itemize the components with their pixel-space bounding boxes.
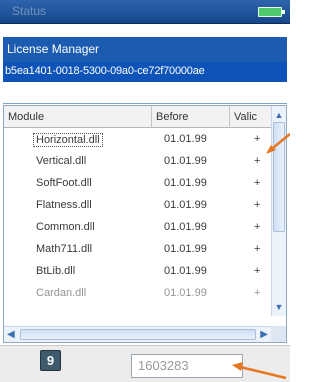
blank-row [3, 86, 287, 104]
module-name: SoftFoot.dll [36, 177, 92, 189]
license-manager-header: License Manager [3, 37, 287, 62]
valid-flag: + [254, 177, 261, 189]
table-row[interactable]: SoftFoot.dll 01.01.99 + [4, 172, 272, 194]
valid-flag: + [254, 287, 261, 299]
vertical-scrollbar[interactable]: ▲ ▼ [271, 106, 286, 316]
valid-flag: + [254, 155, 261, 167]
title-bar: Status [0, 0, 290, 24]
before-date: 01.01.99 [164, 133, 207, 145]
module-name: Flatness.dll [36, 199, 92, 211]
horizontal-scroll-thumb[interactable] [20, 329, 256, 340]
valid-flag: + [254, 265, 261, 277]
before-date: 01.01.99 [164, 265, 207, 277]
table-row[interactable]: Cardan.dll 01.01.99 + [4, 282, 272, 304]
vertical-scroll-thumb[interactable] [273, 122, 285, 232]
scrollbar-corner [271, 326, 286, 342]
module-name: Math711.dll [36, 243, 93, 255]
list-header: Module Before Valic [4, 106, 272, 128]
horizontal-scrollbar[interactable]: ◀ ▶ [4, 326, 272, 342]
table-row[interactable]: Vertical.dll 01.01.99 + [4, 150, 272, 172]
license-guid-row[interactable]: b5ea1401-0018-5300-09a0-ce72f70000ae [3, 62, 287, 82]
table-row[interactable]: Common.dll 01.01.99 + [4, 216, 272, 238]
license-code-field[interactable]: 1603283 [131, 354, 243, 378]
scroll-down-arrow-icon[interactable]: ▼ [274, 302, 284, 312]
license-guid: b5ea1401-0018-5300-09a0-ce72f70000ae [5, 65, 205, 77]
module-list[interactable]: Module Before Valic Horizontal.dll 01.01… [3, 105, 287, 343]
scroll-up-arrow-icon[interactable]: ▲ [274, 110, 284, 120]
module-name: Cardan.dll [36, 287, 87, 299]
scroll-right-arrow-icon[interactable]: ▶ [260, 329, 268, 340]
module-name: BtLib.dll [36, 265, 76, 277]
before-date: 01.01.99 [164, 199, 207, 211]
before-date: 01.01.99 [164, 243, 207, 255]
license-manager-screen: Status License Manager b5ea1401-0018-530… [0, 0, 290, 382]
module-name: Horizontal.dll [33, 133, 103, 147]
column-header-valid[interactable]: Valic [230, 106, 272, 128]
before-date: 01.01.99 [164, 177, 207, 189]
module-name: Common.dll [36, 221, 95, 233]
column-header-before[interactable]: Before [152, 106, 230, 128]
license-manager-title: License Manager [7, 42, 100, 56]
table-row[interactable]: Flatness.dll 01.01.99 + [4, 194, 272, 216]
valid-flag: + [254, 199, 261, 211]
scroll-left-arrow-icon[interactable]: ◀ [7, 329, 15, 340]
table-row[interactable]: Horizontal.dll 01.01.99 + [4, 128, 272, 150]
before-date: 01.01.99 [164, 287, 207, 299]
valid-flag: + [254, 243, 261, 255]
battery-icon [258, 7, 285, 17]
module-name: Vertical.dll [36, 155, 87, 167]
column-header-module[interactable]: Module [4, 106, 152, 128]
table-row[interactable]: BtLib.dll 01.01.99 + [4, 260, 272, 282]
before-date: 01.01.99 [164, 221, 207, 233]
before-date: 01.01.99 [164, 155, 207, 167]
valid-flag: + [254, 133, 261, 145]
table-row[interactable]: Math711.dll 01.01.99 + [4, 238, 272, 260]
window-title: Status [12, 4, 47, 18]
number-badge-icon[interactable]: 9 [40, 350, 61, 371]
valid-flag: + [254, 221, 261, 233]
